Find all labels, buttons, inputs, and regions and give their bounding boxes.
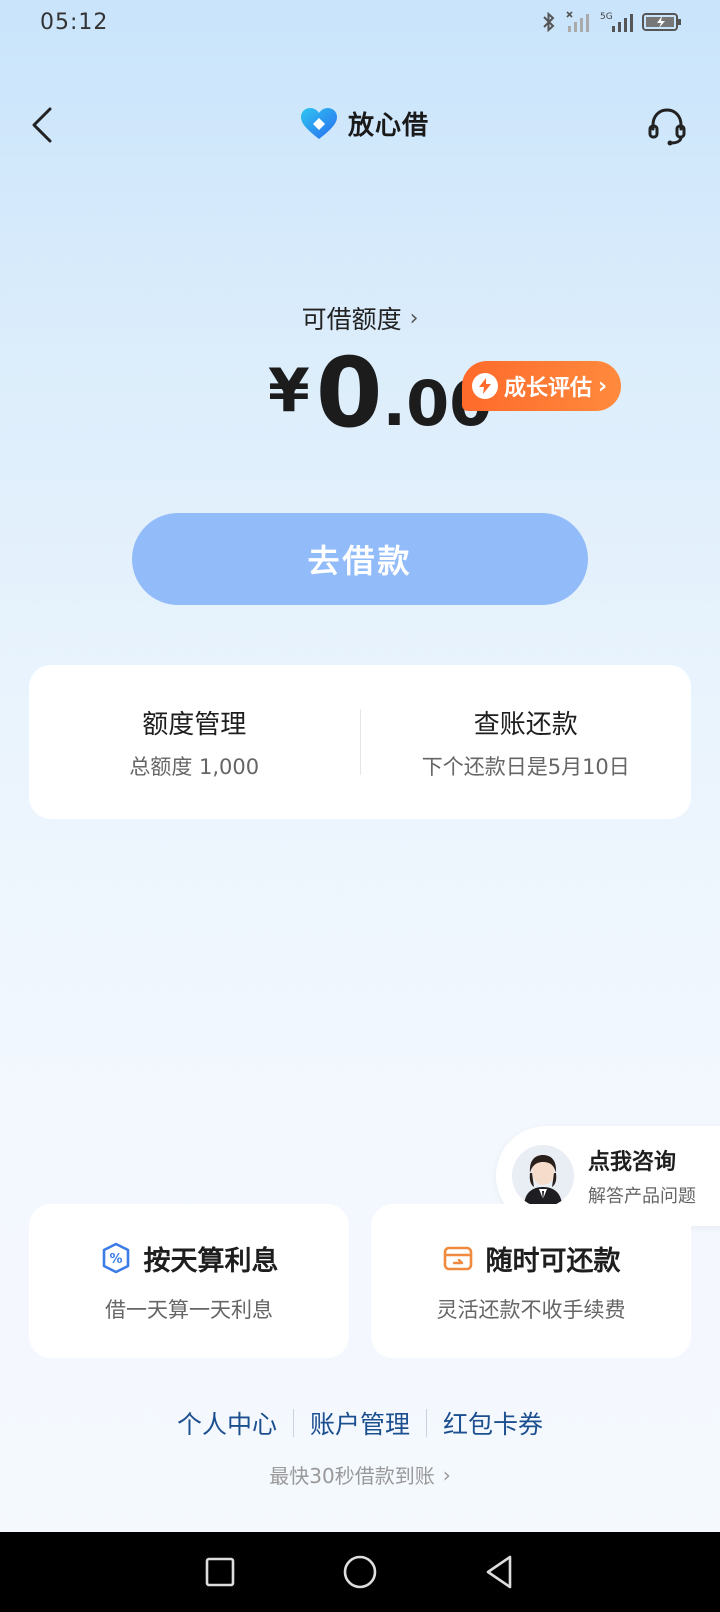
consult-title: 点我咨询 — [588, 1150, 677, 1175]
tagline-link[interactable]: 最快30秒借款到账 › — [0, 1460, 720, 1489]
growth-assessment-button[interactable]: 成长评估 › — [462, 361, 622, 411]
feature-head: 随时可还款 — [442, 1239, 621, 1278]
status-icons: 5G — [540, 10, 682, 34]
headset-icon — [648, 108, 686, 146]
status-time: 05:12 — [40, 10, 109, 35]
back-button[interactable] — [22, 103, 62, 147]
customer-service-button[interactable] — [644, 103, 690, 149]
heart-logo-icon — [301, 107, 337, 139]
system-nav-bar — [0, 1532, 720, 1612]
signal-sim1-icon — [566, 11, 589, 32]
account-info-card: 额度管理 总额度 1,000 查账还款 下个还款日是5月10日 — [29, 665, 691, 819]
available-limit-link[interactable]: 可借额度 › — [0, 300, 720, 336]
svg-text:%: % — [109, 1252, 122, 1267]
available-amount: ¥ 0 .00 — [268, 345, 492, 441]
amount-currency: ¥ — [268, 356, 310, 426]
bill-repayment-entry[interactable]: 查账还款 下个还款日是5月10日 — [361, 665, 692, 819]
consult-text: 点我咨询 解答产品问题 — [588, 1144, 696, 1208]
agent-avatar — [512, 1145, 574, 1207]
chevron-right-icon: › — [598, 373, 608, 399]
bill-repayment-title: 查账还款 — [473, 709, 578, 740]
chevron-right-icon: › — [409, 305, 419, 331]
growth-assessment-label: 成长评估 — [504, 376, 593, 401]
available-limit-label: 可借额度 — [301, 305, 402, 334]
bottom-links: 个人中心 账户管理 红包卡券 — [0, 1405, 720, 1441]
link-coupons[interactable]: 红包卡券 — [427, 1405, 559, 1441]
feature-card-daily-interest: % 按天算利息 借一天算一天利息 — [29, 1204, 349, 1358]
tagline-text: 最快30秒借款到账 — [269, 1464, 435, 1488]
total-limit-text: 总额度 1,000 — [129, 754, 260, 779]
triangle-back-icon — [486, 1555, 512, 1589]
brand: 放心借 — [300, 105, 429, 142]
percent-shield-icon: % — [102, 1242, 129, 1274]
feature-title: 随时可还款 — [485, 1245, 621, 1277]
limit-management-entry[interactable]: 额度管理 总额度 1,000 — [29, 665, 360, 819]
status-bar: 05:12 5G — [0, 0, 720, 48]
home-button[interactable] — [330, 1542, 390, 1602]
feature-title: 按天算利息 — [143, 1245, 279, 1277]
feature-subtitle: 灵活还款不收手续费 — [436, 1297, 626, 1322]
feature-subtitle: 借一天算一天利息 — [105, 1297, 273, 1322]
svg-text:5G: 5G — [600, 12, 613, 22]
link-personal-center[interactable]: 个人中心 — [161, 1405, 293, 1441]
back-nav-button[interactable] — [470, 1542, 530, 1602]
recent-apps-button[interactable] — [190, 1542, 250, 1602]
square-icon — [205, 1557, 235, 1587]
card-repay-icon — [443, 1246, 472, 1271]
amount-integer: 0 — [315, 337, 383, 449]
signal-sim2-icon: 5G — [600, 12, 633, 32]
feature-card-repay-anytime: 随时可还款 灵活还款不收手续费 — [371, 1204, 691, 1358]
next-repayment-text: 下个还款日是5月10日 — [421, 754, 630, 779]
app-title: 放心借 — [348, 111, 430, 141]
circle-icon — [343, 1555, 377, 1589]
limit-management-title: 额度管理 — [142, 709, 247, 740]
link-account-management[interactable]: 账户管理 — [294, 1405, 426, 1441]
nav-bar: 放心借 — [0, 95, 720, 155]
battery-icon — [642, 13, 681, 31]
chevron-right-icon: › — [442, 1462, 451, 1487]
bluetooth-icon — [543, 11, 555, 33]
chevron-left-icon — [32, 107, 52, 143]
borrow-button[interactable]: 去借款 — [132, 513, 588, 605]
feature-head: % 按天算利息 — [100, 1239, 279, 1278]
lightning-icon — [472, 373, 498, 399]
